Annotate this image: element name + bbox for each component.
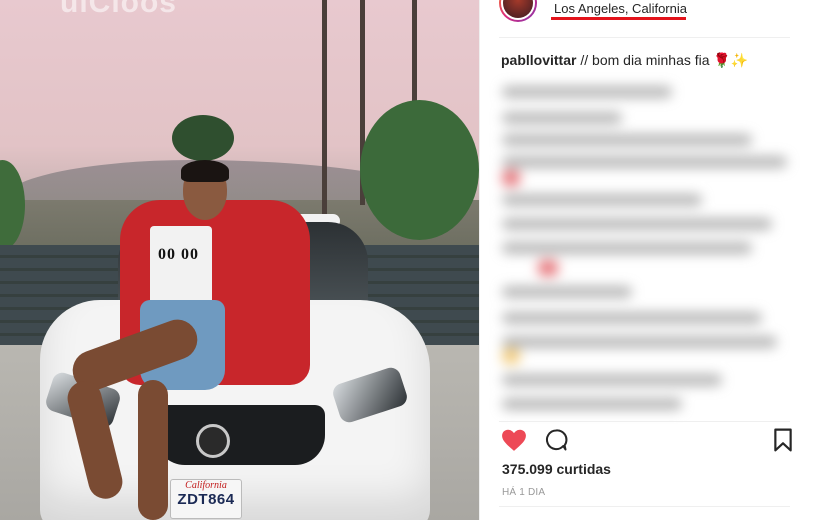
footer-divider: [499, 506, 790, 507]
blurred-comments: [498, 78, 798, 418]
person-leg: [138, 380, 168, 520]
location-red-underline: [551, 17, 686, 20]
post-photo[interactable]: uiCioos California ZDT864 00 00: [0, 0, 479, 520]
car-badge: [196, 424, 230, 458]
bookmark-icon[interactable]: [773, 428, 793, 452]
header-divider: [499, 37, 790, 38]
rose-icon: 🌹: [713, 52, 731, 68]
post-caption: pabllovittar // bom dia minhas fia 🌹✨: [501, 51, 748, 69]
post-timestamp[interactable]: HÁ 1 DIA: [502, 487, 545, 498]
post-sidebar: Los Angeles, California pabllovittar // …: [480, 0, 813, 520]
tree: [360, 100, 479, 240]
palm-tree: [412, 0, 417, 110]
person-shirt: 00 00: [150, 226, 212, 311]
photo-watermark: uiCioos: [60, 0, 177, 19]
car-grille: [155, 405, 325, 465]
post-actions: [501, 428, 793, 454]
caption-text: // bom dia minhas fia: [576, 52, 714, 68]
palm-crown: [172, 115, 234, 161]
shirt-print: 00 00: [158, 246, 199, 263]
sparkles-icon: ✨: [730, 52, 749, 68]
caption-username[interactable]: pabllovittar: [501, 52, 576, 68]
location-link[interactable]: Los Angeles, California: [554, 1, 687, 16]
comments-divider: [499, 421, 790, 422]
avatar[interactable]: [499, 0, 537, 22]
heart-icon[interactable]: [501, 428, 527, 452]
plate-number: ZDT864: [177, 491, 235, 508]
comment-icon[interactable]: [543, 428, 569, 452]
person-hair: [181, 160, 229, 182]
license-plate: California ZDT864: [170, 479, 242, 519]
palm-tree: [322, 0, 327, 215]
likes-count[interactable]: 375.099 curtidas: [502, 461, 611, 477]
